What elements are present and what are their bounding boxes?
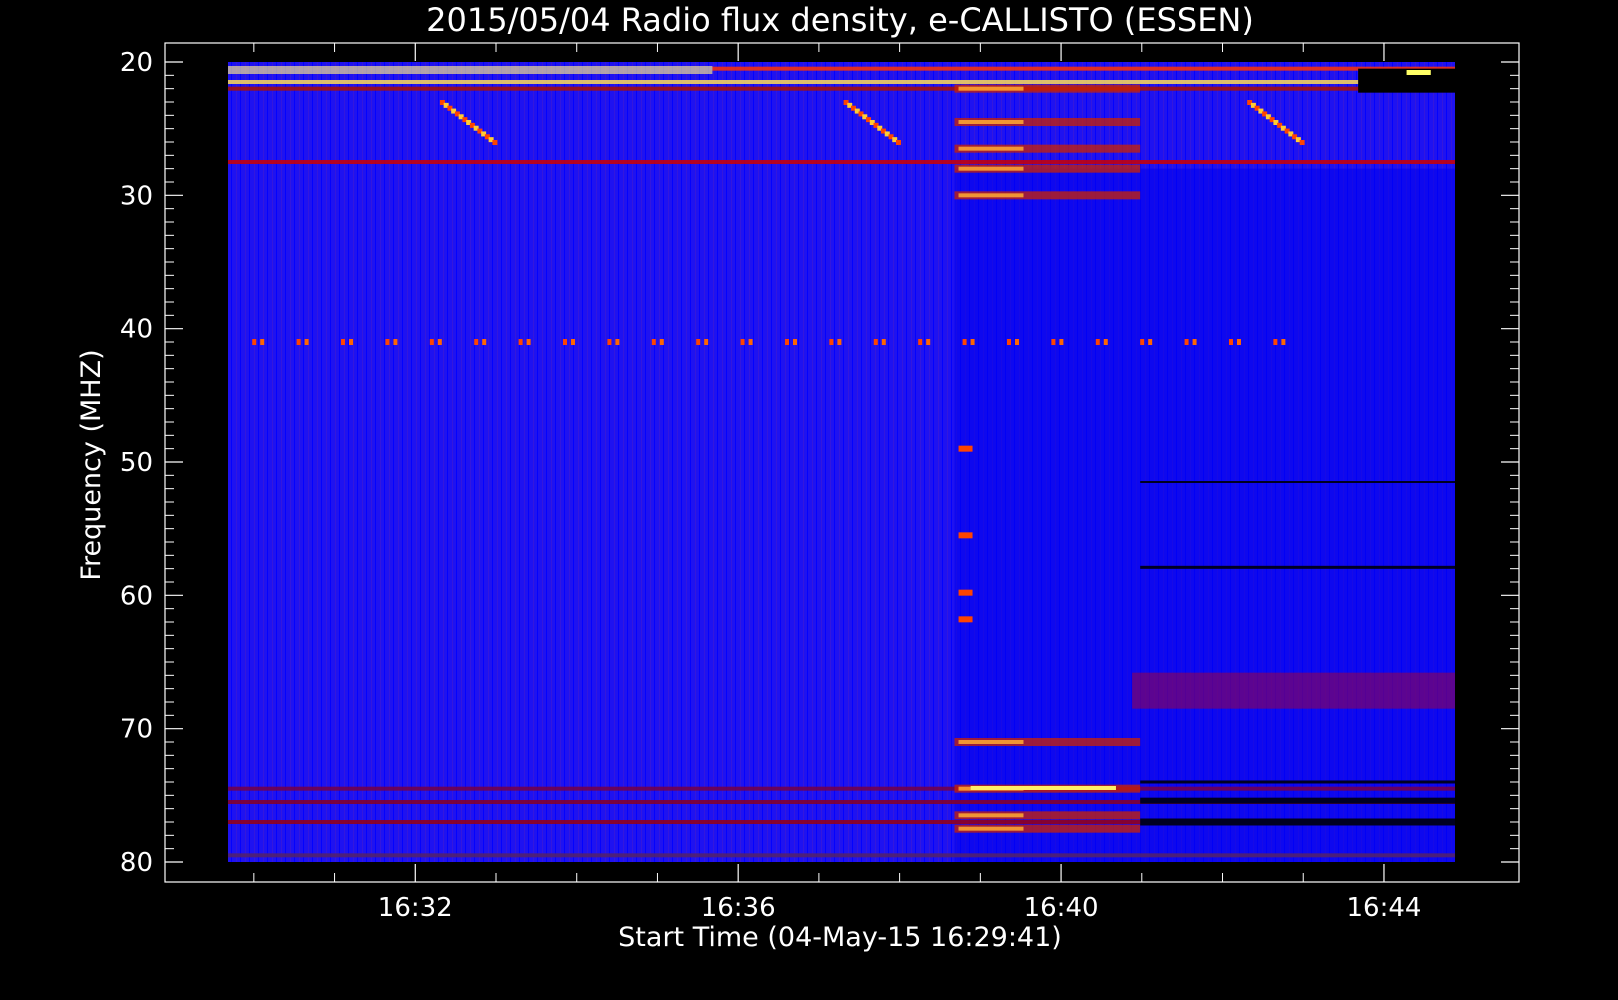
dark-band bbox=[1140, 797, 1455, 804]
burst-point bbox=[958, 589, 973, 596]
interference-band bbox=[228, 86, 1455, 91]
dotted-line-mark bbox=[1273, 339, 1278, 345]
burst-band-core bbox=[958, 193, 1024, 198]
dotted-line-mark bbox=[881, 339, 886, 345]
dotted-line-mark bbox=[740, 339, 745, 345]
sweep-segment bbox=[896, 140, 902, 145]
x-axis-label: Start Time (04-May-15 16:29:41) bbox=[618, 922, 1062, 953]
dotted-line-mark bbox=[748, 339, 753, 345]
burst-point bbox=[958, 532, 973, 539]
dotted-line-mark bbox=[252, 339, 257, 345]
dotted-line-mark bbox=[696, 339, 701, 345]
dotted-line-mark bbox=[474, 339, 479, 345]
burst-band-core bbox=[958, 826, 1024, 831]
dotted-line-mark bbox=[607, 339, 612, 345]
y-tick-label: 70 bbox=[120, 715, 153, 745]
burst-band-core bbox=[958, 120, 1024, 124]
dotted-line-mark bbox=[704, 339, 709, 345]
dotted-line-mark bbox=[518, 339, 523, 345]
interference-band bbox=[228, 853, 1455, 858]
dark-band bbox=[1140, 481, 1455, 483]
dotted-line-mark bbox=[1192, 339, 1197, 345]
sweep-segment bbox=[492, 140, 498, 145]
x-tick-label: 16:40 bbox=[1024, 893, 1099, 923]
dotted-line-mark bbox=[563, 339, 568, 345]
dark-band bbox=[1140, 565, 1455, 569]
dotted-line-mark bbox=[784, 339, 789, 345]
late-haze-band bbox=[1132, 672, 1455, 709]
dotted-line-mark bbox=[829, 339, 834, 345]
burst-highlight bbox=[970, 786, 1116, 790]
dotted-line-mark bbox=[349, 339, 354, 345]
burst-band-core bbox=[958, 813, 1024, 818]
dotted-line-mark bbox=[962, 339, 967, 345]
bright-band-texture bbox=[228, 66, 713, 74]
y-tick-label: 50 bbox=[120, 448, 153, 478]
burst-band-core bbox=[958, 86, 1024, 91]
burst-point bbox=[958, 616, 973, 623]
dotted-line-mark bbox=[615, 339, 620, 345]
y-axis-label: Frequency (MHZ) bbox=[76, 349, 107, 580]
spectrogram-chart: 2015/05/04 Radio flux density, e-CALLIST… bbox=[0, 0, 1568, 969]
x-tick-label: 16:32 bbox=[378, 893, 453, 923]
dotted-line-mark bbox=[1281, 339, 1286, 345]
dark-band bbox=[1140, 818, 1455, 826]
dotted-line-mark bbox=[1051, 339, 1056, 345]
y-tick-label: 40 bbox=[120, 315, 153, 345]
dotted-line-mark bbox=[651, 339, 656, 345]
dotted-line-mark bbox=[792, 339, 797, 345]
dotted-line-mark bbox=[1095, 339, 1100, 345]
chart-title: 2015/05/04 Radio flux density, e-CALLIST… bbox=[426, 1, 1254, 39]
dark-band bbox=[1140, 780, 1455, 784]
interference-band bbox=[228, 80, 1455, 84]
dotted-line-mark bbox=[918, 339, 923, 345]
dotted-line-mark bbox=[526, 339, 531, 345]
plot-area bbox=[228, 62, 1455, 862]
dotted-line-mark bbox=[385, 339, 390, 345]
dotted-line-mark bbox=[393, 339, 398, 345]
burst-point bbox=[958, 445, 973, 452]
dotted-line-mark bbox=[296, 339, 301, 345]
dotted-line-mark bbox=[429, 339, 434, 345]
dotted-line-mark bbox=[1148, 339, 1153, 345]
sweep-segment bbox=[1299, 140, 1305, 145]
dotted-line-mark bbox=[1059, 339, 1064, 345]
interference-band bbox=[228, 786, 1455, 791]
x-tick-label: 16:36 bbox=[701, 893, 776, 923]
dotted-line-mark bbox=[341, 339, 346, 345]
dotted-line-mark bbox=[1184, 339, 1189, 345]
y-tick-label: 80 bbox=[120, 848, 153, 878]
dotted-line-mark bbox=[837, 339, 842, 345]
dotted-line-mark bbox=[1103, 339, 1108, 345]
dotted-line-mark bbox=[1014, 339, 1019, 345]
dotted-line-mark bbox=[1006, 339, 1011, 345]
y-tick-label: 60 bbox=[120, 581, 153, 611]
dotted-line-mark bbox=[437, 339, 442, 345]
dotted-line-mark bbox=[482, 339, 487, 345]
dotted-line-mark bbox=[873, 339, 878, 345]
late-period-region bbox=[954, 168, 1455, 862]
interference-band bbox=[228, 160, 1455, 164]
dotted-line-mark bbox=[970, 339, 975, 345]
x-tick-label: 16:44 bbox=[1346, 893, 1421, 923]
dotted-line-mark bbox=[260, 339, 265, 345]
dotted-line-mark bbox=[304, 339, 309, 345]
burst-band-core bbox=[958, 146, 1024, 151]
dotted-line-mark bbox=[1228, 339, 1233, 345]
dotted-line-mark bbox=[1236, 339, 1241, 345]
y-tick-label: 30 bbox=[120, 181, 153, 211]
dotted-line-mark bbox=[571, 339, 576, 345]
dotted-line-mark bbox=[1140, 339, 1145, 345]
bright-spot-top bbox=[1406, 70, 1431, 75]
dotted-line-mark bbox=[926, 339, 931, 345]
dotted-line-mark bbox=[659, 339, 664, 345]
y-tick-label: 20 bbox=[120, 48, 153, 78]
burst-band-core bbox=[958, 740, 1024, 744]
burst-band-core bbox=[958, 166, 1024, 171]
